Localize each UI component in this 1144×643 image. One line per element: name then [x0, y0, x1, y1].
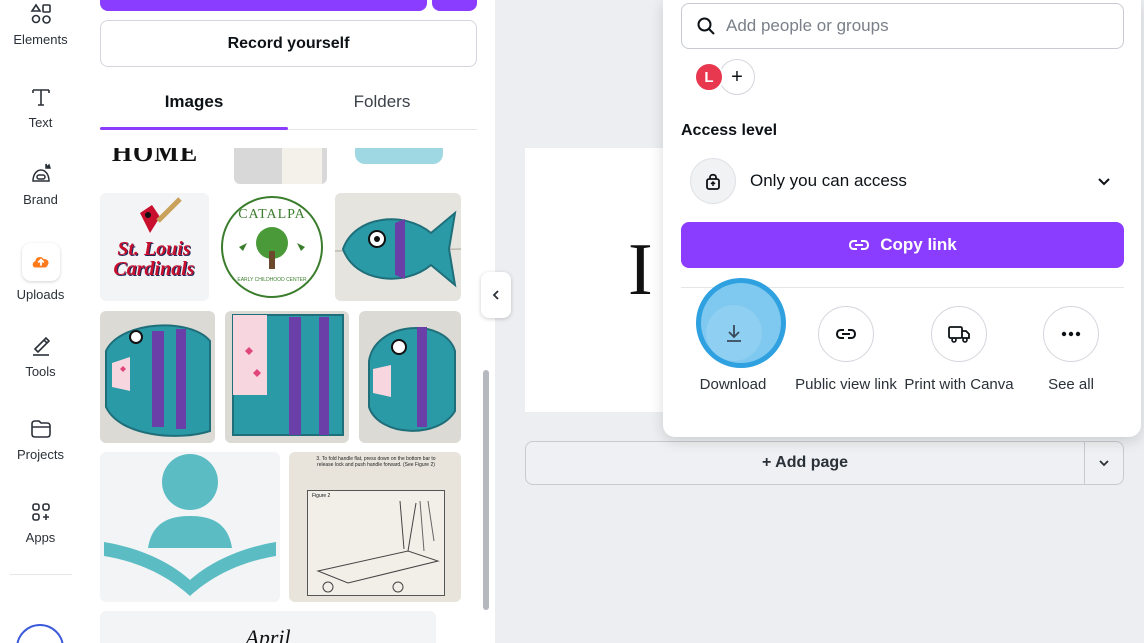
fish-art-2	[105, 324, 211, 437]
collapse-panel-button[interactable]	[481, 272, 511, 318]
figure-label: Figure 2	[312, 493, 331, 499]
see-all-action[interactable]: See all	[1016, 306, 1126, 394]
projects-icon	[30, 420, 51, 438]
catalpa-title: CATALPA	[238, 207, 306, 222]
print-circle	[931, 306, 987, 362]
reader-logo	[104, 454, 276, 596]
lock-icon	[706, 173, 720, 190]
instructions-text: 3. To fold handle flat, press down on th…	[316, 456, 436, 468]
download-button[interactable]	[706, 305, 762, 361]
fish-art-1	[335, 210, 461, 288]
tab-active-underline	[100, 127, 288, 130]
upload-thumb-flyer[interactable]	[234, 148, 327, 184]
upload-thumb-home[interactable]: HOME	[100, 148, 210, 182]
uploads-icon-wrap	[21, 243, 60, 281]
flyer-paper	[282, 148, 322, 184]
rail-label-uploads: Uploads	[16, 287, 65, 302]
download-icon	[727, 325, 741, 342]
print-with-canva-label: Print with Canva	[904, 376, 1014, 393]
catalpa-sub: EARLY CHILDHOOD CENTER	[237, 277, 307, 283]
lock-icon-wrap	[690, 158, 736, 204]
rail-item-elements[interactable]: Elements	[0, 2, 81, 47]
access-level-value: Only you can access	[750, 171, 907, 190]
upload-thumb-fish-3[interactable]	[225, 311, 349, 443]
rail-label-elements: Elements	[13, 32, 68, 47]
add-collaborator-button[interactable]: +	[719, 59, 755, 95]
rail-label-tools: Tools	[25, 364, 56, 379]
elements-icon	[30, 3, 51, 24]
rail-item-tools[interactable]: Tools	[0, 334, 81, 379]
chevron-down-icon	[1098, 178, 1110, 186]
record-yourself-button[interactable]: Record yourself	[100, 20, 477, 67]
cart-drawing	[316, 500, 440, 593]
print-with-canva-action[interactable]: Print with Canva	[904, 306, 1014, 394]
upload-thumb-pumpkin[interactable]	[352, 148, 445, 170]
see-all-label: See all	[1048, 376, 1094, 393]
upload-files-button-edge[interactable]	[100, 0, 427, 11]
fish-art-4	[368, 327, 456, 432]
add-page-button[interactable]: + Add page	[525, 441, 1085, 485]
thumb-home-text: HOME	[111, 148, 199, 167]
add-people-search[interactable]	[681, 3, 1124, 49]
download-label: Download	[699, 376, 767, 393]
uploads-panel: Record yourself Images Folders HOME St. …	[81, 0, 495, 643]
rail-item-apps[interactable]: Apps	[0, 500, 81, 545]
public-view-link-label: Public view link	[795, 376, 897, 393]
rail-divider	[10, 574, 72, 575]
rail-label-projects: Projects	[17, 447, 64, 462]
fish-art-3	[232, 314, 344, 436]
upload-thumb-april[interactable]: April	[100, 611, 436, 643]
chevron-down-icon	[1099, 460, 1109, 467]
copy-link-button[interactable]: Copy link	[681, 222, 1124, 268]
upload-options-button-edge[interactable]	[432, 0, 477, 11]
april-text: April	[245, 625, 291, 643]
public-view-link-action[interactable]: Public view link	[791, 306, 901, 394]
figure-box: Figure 2	[307, 490, 445, 596]
add-people-input[interactable]	[726, 16, 1106, 36]
panel-scrollbar[interactable]	[483, 370, 489, 610]
tools-icon	[32, 336, 50, 356]
rail-label-apps: Apps	[25, 530, 56, 545]
link-icon	[849, 240, 870, 250]
add-page-menu-button[interactable]	[1084, 441, 1124, 485]
link-icon	[835, 329, 857, 339]
rail-label-text: Text	[28, 115, 53, 130]
apps-icon	[31, 503, 50, 521]
rail-label-brand: Brand	[23, 192, 58, 207]
rail-bottom-avatar[interactable]	[16, 624, 64, 643]
rail-item-uploads[interactable]: Uploads	[0, 243, 81, 302]
upload-thumb-fish-2[interactable]	[100, 311, 215, 443]
rail-item-projects[interactable]: Projects	[0, 417, 81, 462]
chevron-left-icon	[492, 290, 499, 300]
upload-thumb-fish-1[interactable]	[335, 193, 461, 301]
upload-thumb-reader-logo[interactable]	[100, 452, 280, 602]
tab-images[interactable]: Images	[100, 92, 288, 112]
access-level-select[interactable]: Only you can access	[681, 152, 1124, 210]
rail-item-text[interactable]: Text	[0, 85, 81, 130]
tab-folders[interactable]: Folders	[288, 92, 476, 112]
upload-thumb-catalpa[interactable]: CATALPA EARLY CHILDHOOD CENTER	[217, 193, 327, 301]
more-icon	[1061, 331, 1081, 337]
text-icon	[31, 89, 50, 106]
share-popover: L + Access level Only you can access Cop…	[663, 0, 1141, 437]
uploads-icon	[32, 256, 49, 268]
see-all-circle	[1043, 306, 1099, 362]
upload-thumb-cardinals[interactable]: St. Louis Cardinals	[100, 193, 209, 301]
page-text[interactable]: I	[628, 228, 653, 313]
upload-thumb-fish-4[interactable]	[359, 311, 461, 443]
access-level-label: Access level	[681, 122, 778, 139]
rail-item-brand[interactable]: Brand	[0, 162, 81, 207]
cardinals-text: St. Louis Cardinals	[113, 238, 195, 280]
brand-icon	[31, 163, 51, 182]
upload-thumb-cart-instructions[interactable]: 3. To fold handle flat, press down on th…	[289, 452, 461, 602]
public-link-circle	[818, 306, 874, 362]
avatar[interactable]: L	[694, 62, 724, 92]
copy-link-label: Copy link	[880, 235, 957, 254]
print-truck-icon	[948, 326, 970, 343]
left-rail: Elements Text Brand Uploads Tools Projec…	[0, 0, 81, 643]
pumpkin-art	[354, 148, 443, 164]
search-icon	[697, 17, 715, 35]
